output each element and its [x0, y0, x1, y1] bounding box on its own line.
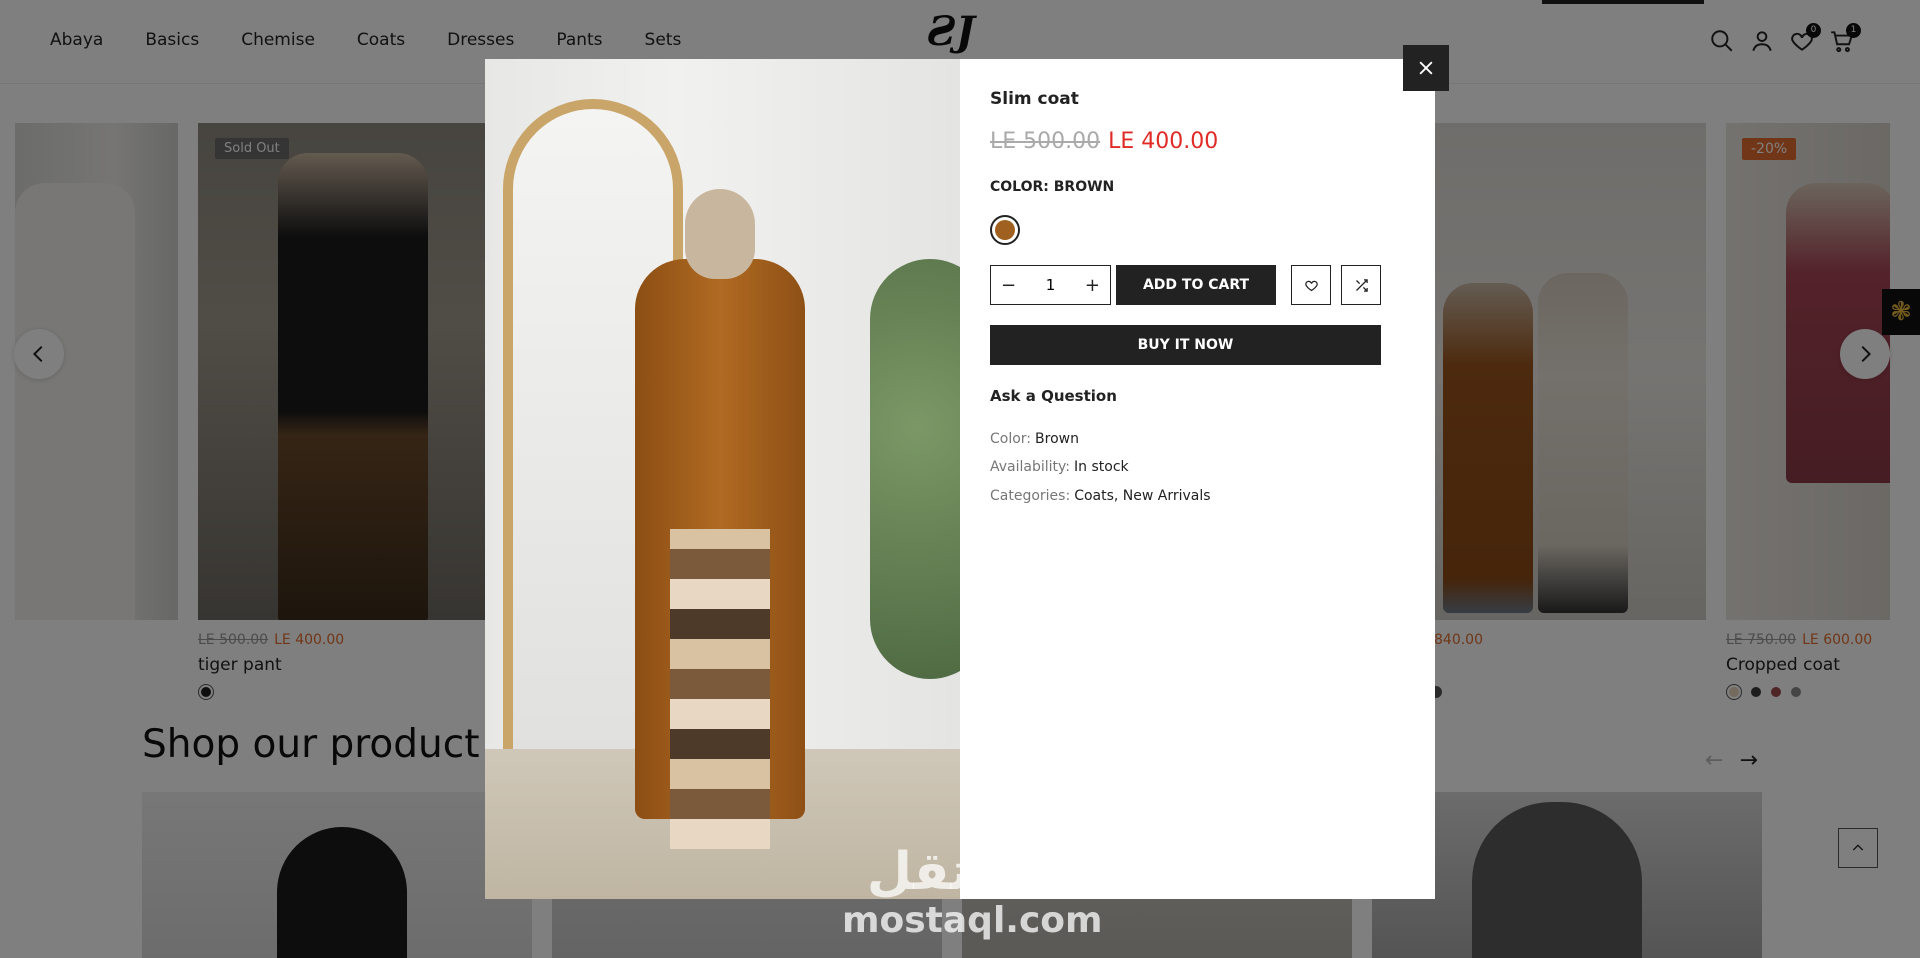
meta-key: Availability: — [990, 459, 1071, 475]
meta-categories: Categories: Coats, New Arrivals — [990, 488, 1211, 504]
model-skirt — [670, 529, 770, 849]
heart-icon — [1304, 280, 1318, 291]
ask-question-link[interactable]: Ask a Question — [990, 387, 1117, 405]
watermark: مستقل mostaql.com — [842, 842, 1103, 941]
compare-button[interactable] — [1341, 265, 1381, 305]
minus-icon[interactable]: − — [1001, 275, 1016, 296]
sale-price: LE 400.00 — [1108, 129, 1219, 154]
meta-value: Brown — [1035, 431, 1079, 447]
model-head — [685, 189, 755, 279]
close-icon — [1419, 61, 1433, 75]
meta-availability: Availability: In stock — [990, 459, 1129, 475]
buy-it-now-button[interactable]: BUY IT NOW — [990, 325, 1381, 365]
quantity-input[interactable] — [1030, 276, 1071, 294]
old-price: LE 500.00 — [990, 129, 1101, 154]
plant — [870, 259, 960, 679]
quick-view-modal: Slim coat LE 500.00 LE 400.00 COLOR: BROW… — [485, 59, 1435, 899]
product-price: LE 500.00 LE 400.00 — [990, 129, 1218, 154]
wishlist-button[interactable] — [1291, 265, 1331, 305]
watermark-latin: mostaql.com — [842, 900, 1103, 941]
watermark-arabic: مستقل — [866, 842, 1058, 902]
shuffle-icon — [1355, 278, 1368, 292]
color-swatch-brown[interactable] — [990, 215, 1020, 245]
product-title[interactable]: Slim coat — [990, 89, 1079, 109]
meta-key: Categories: — [990, 488, 1071, 504]
add-to-cart-button[interactable]: ADD TO CART — [1116, 265, 1276, 305]
meta-value[interactable]: Coats, New Arrivals — [1074, 488, 1210, 504]
meta-value: In stock — [1074, 459, 1129, 475]
color-label: COLOR: BROWN — [990, 179, 1115, 195]
product-photo — [485, 59, 960, 899]
meta-key: Color: — [990, 431, 1032, 447]
plus-icon[interactable]: + — [1085, 275, 1100, 296]
quantity-stepper: − + — [990, 265, 1111, 305]
meta-color: Color: Brown — [990, 431, 1079, 447]
close-modal-button[interactable] — [1403, 45, 1449, 91]
